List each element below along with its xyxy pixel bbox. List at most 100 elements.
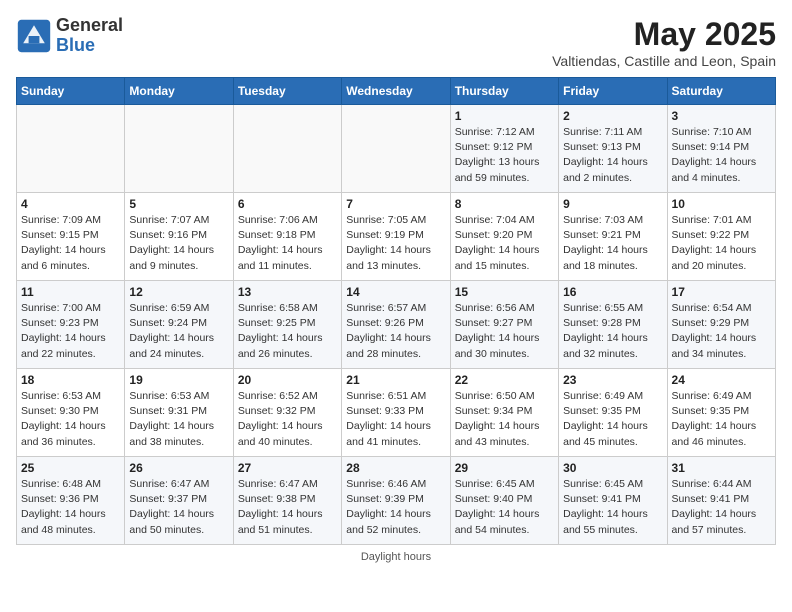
header-day-sunday: Sunday [17, 78, 125, 105]
location-subtitle: Valtiendas, Castille and Leon, Spain [552, 53, 776, 69]
calendar-cell [233, 105, 341, 193]
day-info: Sunrise: 7:12 AMSunset: 9:12 PMDaylight:… [455, 125, 554, 186]
day-number: 26 [129, 461, 228, 475]
calendar-body: 1 Sunrise: 7:12 AMSunset: 9:12 PMDaylight… [17, 105, 776, 545]
day-info: Sunrise: 6:47 AMSunset: 9:37 PMDaylight:… [129, 477, 228, 538]
day-info: Sunrise: 7:09 AMSunset: 9:15 PMDaylight:… [21, 213, 120, 274]
day-info: Sunrise: 6:49 AMSunset: 9:35 PMDaylight:… [563, 389, 662, 450]
calendar-cell: 4 Sunrise: 7:09 AMSunset: 9:15 PMDaylight… [17, 193, 125, 281]
page-header: General Blue May 2025 Valtiendas, Castil… [16, 16, 776, 69]
day-number: 1 [455, 109, 554, 123]
calendar-cell: 29 Sunrise: 6:45 AMSunset: 9:40 PMDayligh… [450, 457, 558, 545]
day-info: Sunrise: 6:47 AMSunset: 9:38 PMDaylight:… [238, 477, 337, 538]
calendar-header: SundayMondayTuesdayWednesdayThursdayFrid… [17, 78, 776, 105]
header-day-saturday: Saturday [667, 78, 775, 105]
day-info: Sunrise: 6:50 AMSunset: 9:34 PMDaylight:… [455, 389, 554, 450]
day-info: Sunrise: 6:53 AMSunset: 9:30 PMDaylight:… [21, 389, 120, 450]
day-info: Sunrise: 6:57 AMSunset: 9:26 PMDaylight:… [346, 301, 445, 362]
calendar-cell: 25 Sunrise: 6:48 AMSunset: 9:36 PMDayligh… [17, 457, 125, 545]
day-info: Sunrise: 6:48 AMSunset: 9:36 PMDaylight:… [21, 477, 120, 538]
day-info: Sunrise: 7:00 AMSunset: 9:23 PMDaylight:… [21, 301, 120, 362]
logo: General Blue [16, 16, 123, 56]
calendar-cell: 11 Sunrise: 7:00 AMSunset: 9:23 PMDayligh… [17, 281, 125, 369]
calendar-cell: 15Sunrise: 6:56 AMSunset: 9:27 PMDayligh… [450, 281, 558, 369]
calendar-cell [342, 105, 450, 193]
title-area: May 2025 Valtiendas, Castille and Leon, … [552, 16, 776, 69]
day-info: Sunrise: 6:54 AMSunset: 9:29 PMDaylight:… [672, 301, 771, 362]
calendar-cell: 19 Sunrise: 6:53 AMSunset: 9:31 PMDayligh… [125, 369, 233, 457]
day-info: Sunrise: 6:53 AMSunset: 9:31 PMDaylight:… [129, 389, 228, 450]
day-number: 10 [672, 197, 771, 211]
day-number: 4 [21, 197, 120, 211]
day-info: Sunrise: 7:06 AMSunset: 9:18 PMDaylight:… [238, 213, 337, 274]
day-info: Sunrise: 7:10 AMSunset: 9:14 PMDaylight:… [672, 125, 771, 186]
calendar-week-4: 18 Sunrise: 6:53 AMSunset: 9:30 PMDayligh… [17, 369, 776, 457]
calendar-cell: 21Sunrise: 6:51 AMSunset: 9:33 PMDayligh… [342, 369, 450, 457]
day-number: 7 [346, 197, 445, 211]
logo-text: General Blue [56, 16, 123, 56]
calendar-cell: 27 Sunrise: 6:47 AMSunset: 9:38 PMDayligh… [233, 457, 341, 545]
day-number: 24 [672, 373, 771, 387]
day-info: Sunrise: 6:55 AMSunset: 9:28 PMDaylight:… [563, 301, 662, 362]
calendar-cell: 16Sunrise: 6:55 AMSunset: 9:28 PMDayligh… [559, 281, 667, 369]
calendar-cell: 24Sunrise: 6:49 AMSunset: 9:35 PMDayligh… [667, 369, 775, 457]
calendar-cell: 31 Sunrise: 6:44 AMSunset: 9:41 PMDayligh… [667, 457, 775, 545]
day-number: 6 [238, 197, 337, 211]
day-number: 29 [455, 461, 554, 475]
header-day-wednesday: Wednesday [342, 78, 450, 105]
calendar-cell: 20Sunrise: 6:52 AMSunset: 9:32 PMDayligh… [233, 369, 341, 457]
calendar-cell: 10 Sunrise: 7:01 AMSunset: 9:22 PMDayligh… [667, 193, 775, 281]
calendar-cell: 26 Sunrise: 6:47 AMSunset: 9:37 PMDayligh… [125, 457, 233, 545]
day-number: 12 [129, 285, 228, 299]
header-day-tuesday: Tuesday [233, 78, 341, 105]
calendar-cell: 18 Sunrise: 6:53 AMSunset: 9:30 PMDayligh… [17, 369, 125, 457]
calendar-cell: 23Sunrise: 6:49 AMSunset: 9:35 PMDayligh… [559, 369, 667, 457]
header-day-friday: Friday [559, 78, 667, 105]
calendar-cell: 9 Sunrise: 7:03 AMSunset: 9:21 PMDaylight… [559, 193, 667, 281]
header-day-thursday: Thursday [450, 78, 558, 105]
calendar-cell [17, 105, 125, 193]
day-number: 25 [21, 461, 120, 475]
day-info: Sunrise: 7:01 AMSunset: 9:22 PMDaylight:… [672, 213, 771, 274]
day-number: 5 [129, 197, 228, 211]
day-info: Sunrise: 6:51 AMSunset: 9:33 PMDaylight:… [346, 389, 445, 450]
calendar-cell: 7 Sunrise: 7:05 AMSunset: 9:19 PMDaylight… [342, 193, 450, 281]
calendar-week-2: 4 Sunrise: 7:09 AMSunset: 9:15 PMDaylight… [17, 193, 776, 281]
day-number: 19 [129, 373, 228, 387]
day-info: Sunrise: 7:05 AMSunset: 9:19 PMDaylight:… [346, 213, 445, 274]
day-info: Sunrise: 6:44 AMSunset: 9:41 PMDaylight:… [672, 477, 771, 538]
day-number: 20 [238, 373, 337, 387]
day-number: 14 [346, 285, 445, 299]
calendar-cell: 28 Sunrise: 6:46 AMSunset: 9:39 PMDayligh… [342, 457, 450, 545]
day-info: Sunrise: 6:45 AMSunset: 9:40 PMDaylight:… [455, 477, 554, 538]
calendar-cell: 14 Sunrise: 6:57 AMSunset: 9:26 PMDayligh… [342, 281, 450, 369]
calendar-cell: 2Sunrise: 7:11 AMSunset: 9:13 PMDaylight… [559, 105, 667, 193]
day-number: 18 [21, 373, 120, 387]
calendar-cell: 13Sunrise: 6:58 AMSunset: 9:25 PMDayligh… [233, 281, 341, 369]
day-number: 8 [455, 197, 554, 211]
day-number: 31 [672, 461, 771, 475]
day-number: 27 [238, 461, 337, 475]
calendar-week-3: 11 Sunrise: 7:00 AMSunset: 9:23 PMDayligh… [17, 281, 776, 369]
day-info: Sunrise: 7:11 AMSunset: 9:13 PMDaylight:… [563, 125, 662, 186]
calendar-table: SundayMondayTuesdayWednesdayThursdayFrid… [16, 77, 776, 545]
calendar-cell: 3Sunrise: 7:10 AMSunset: 9:14 PMDaylight… [667, 105, 775, 193]
calendar-cell: 1 Sunrise: 7:12 AMSunset: 9:12 PMDaylight… [450, 105, 558, 193]
month-title: May 2025 [552, 16, 776, 53]
day-number: 9 [563, 197, 662, 211]
logo-line2: Blue [56, 36, 123, 56]
day-number: 11 [21, 285, 120, 299]
day-number: 22 [455, 373, 554, 387]
day-number: 28 [346, 461, 445, 475]
day-number: 15 [455, 285, 554, 299]
header-day-monday: Monday [125, 78, 233, 105]
calendar-cell: 8Sunrise: 7:04 AMSunset: 9:20 PMDaylight… [450, 193, 558, 281]
day-info: Sunrise: 6:45 AMSunset: 9:41 PMDaylight:… [563, 477, 662, 538]
footer-note: Daylight hours [16, 551, 776, 563]
day-number: 13 [238, 285, 337, 299]
calendar-cell: 17 Sunrise: 6:54 AMSunset: 9:29 PMDayligh… [667, 281, 775, 369]
day-info: Sunrise: 6:59 AMSunset: 9:24 PMDaylight:… [129, 301, 228, 362]
day-info: Sunrise: 7:03 AMSunset: 9:21 PMDaylight:… [563, 213, 662, 274]
day-number: 17 [672, 285, 771, 299]
day-info: Sunrise: 6:46 AMSunset: 9:39 PMDaylight:… [346, 477, 445, 538]
